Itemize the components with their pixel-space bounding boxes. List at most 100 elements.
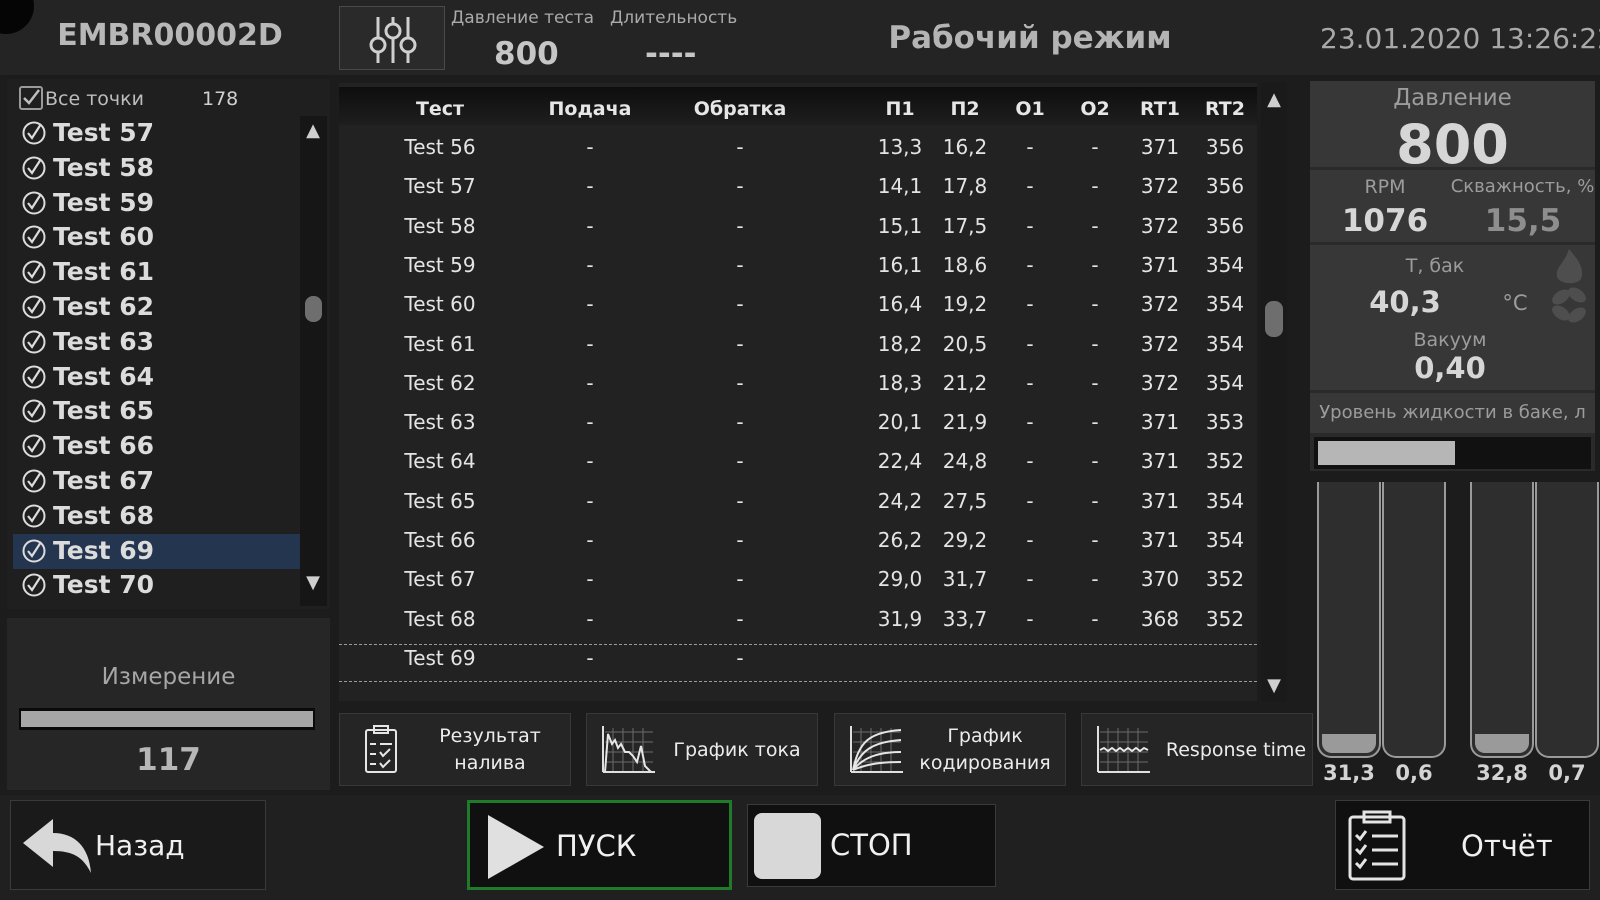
check-circle-icon[interactable] bbox=[22, 399, 46, 423]
test-list-item[interactable]: Test 62 bbox=[13, 290, 301, 325]
scroll-down-icon[interactable]: ▼ bbox=[1261, 675, 1287, 696]
test-list-item[interactable]: Test 59 bbox=[13, 186, 301, 221]
check-circle-icon[interactable] bbox=[22, 539, 46, 563]
stop-button[interactable]: СТОП bbox=[747, 804, 996, 887]
flame-fan-icon bbox=[1552, 249, 1586, 323]
table-cell: - bbox=[586, 174, 594, 199]
test-list-item[interactable]: Test 60 bbox=[13, 220, 301, 255]
table-cell: 354 bbox=[1205, 331, 1245, 356]
table-row[interactable]: Test 61 - - 18,2 20,5 - - 372 354 bbox=[339, 324, 1257, 364]
test-list-item-label: Test 63 bbox=[53, 326, 155, 356]
table-cell: 356 bbox=[1205, 213, 1245, 238]
table-cell: - bbox=[736, 252, 744, 277]
table-cell: - bbox=[586, 606, 594, 631]
table-row[interactable]: Test 68 - - 31,9 33,7 - - 368 352 bbox=[339, 599, 1257, 639]
test-list-item[interactable]: Test 67 bbox=[13, 464, 301, 499]
table-cell: 29,2 bbox=[942, 528, 988, 552]
table-cell: 354 bbox=[1205, 488, 1245, 513]
test-list-item-label: Test 64 bbox=[53, 361, 155, 391]
test-list-item-label: Test 66 bbox=[53, 431, 155, 461]
table-row[interactable]: Test 67 - - 29,0 31,7 - - 370 352 bbox=[339, 559, 1257, 599]
test-list-item[interactable]: Test 65 bbox=[13, 394, 301, 429]
test-list-item[interactable]: Test 64 bbox=[13, 360, 301, 395]
table-cell: - bbox=[736, 370, 744, 395]
test-list-item[interactable]: Test 69 bbox=[13, 533, 301, 569]
test-list-item[interactable]: Test 61 bbox=[13, 255, 301, 290]
check-circle-icon[interactable] bbox=[22, 469, 46, 493]
table-cell: - bbox=[736, 606, 744, 631]
response-time-button[interactable]: Response time bbox=[1081, 713, 1313, 786]
measurement-progress-fill bbox=[21, 711, 313, 727]
test-list-item[interactable]: Test 66 bbox=[13, 429, 301, 464]
table-header: Тест Подача Обратка П1 П2 О1 О2 RT1 RT2 bbox=[339, 87, 1257, 125]
fill-result-button[interactable]: Результат налива bbox=[339, 713, 571, 786]
table-row[interactable]: Test 59 - - 16,1 18,6 - - 371 354 bbox=[339, 245, 1257, 285]
check-circle-icon[interactable] bbox=[22, 365, 46, 389]
tank-temp-label: Т, бак bbox=[1405, 255, 1465, 277]
check-circle-icon[interactable] bbox=[22, 434, 46, 458]
coding-graph-button[interactable]: График кодирования bbox=[834, 713, 1066, 786]
check-circle-icon[interactable] bbox=[22, 225, 46, 249]
table-row[interactable]: Test 56 - - 13,3 16,2 - - 371 356 bbox=[339, 127, 1257, 167]
table-row[interactable]: Test 65 - - 24,2 27,5 - - 371 354 bbox=[339, 481, 1257, 521]
table-scrollbar[interactable]: ▲ ▼ bbox=[1261, 83, 1287, 701]
pressure-label: Давление bbox=[1393, 85, 1512, 111]
table-cell: 370 bbox=[1140, 567, 1180, 592]
check-circle-icon[interactable] bbox=[22, 156, 46, 180]
column-header: П2 bbox=[950, 98, 980, 120]
table-cell: - bbox=[586, 488, 594, 513]
scroll-thumb[interactable] bbox=[305, 296, 322, 322]
table-cell: - bbox=[1091, 528, 1099, 552]
test-list-item[interactable]: Test 57 bbox=[13, 116, 301, 151]
table-row[interactable]: Test 60 - - 16,4 19,2 - - 372 354 bbox=[339, 284, 1257, 324]
table-row[interactable]: Test 66 - - 26,2 29,2 - - 371 354 bbox=[339, 520, 1257, 560]
scroll-up-icon[interactable]: ▲ bbox=[300, 120, 326, 141]
scroll-thumb[interactable] bbox=[1265, 301, 1283, 337]
test-list-scrollbar[interactable]: ▲ ▼ bbox=[300, 116, 327, 606]
table-cell: Test 67 bbox=[404, 567, 476, 592]
rpm-box: RPM Скважность, % 1076 15,5 bbox=[1310, 170, 1595, 242]
column-header: Обратка bbox=[693, 98, 787, 120]
column-header: О2 bbox=[1080, 98, 1110, 120]
table-cell: 352 bbox=[1205, 606, 1245, 631]
table-row[interactable]: Test 62 - - 18,3 21,2 - - 372 354 bbox=[339, 363, 1257, 403]
table-cell: Test 64 bbox=[404, 449, 476, 474]
test-list-item[interactable]: Test 63 bbox=[13, 325, 301, 360]
table-cell: - bbox=[1026, 370, 1034, 395]
table-row[interactable]: Test 63 - - 20,1 21,9 - - 371 353 bbox=[339, 402, 1257, 442]
table-cell: - bbox=[736, 449, 744, 474]
table-row[interactable]: Test 64 - - 22,4 24,8 - - 371 352 bbox=[339, 441, 1257, 481]
check-circle-icon[interactable] bbox=[22, 191, 46, 215]
tank-temp-unit: °C bbox=[1502, 291, 1528, 315]
scroll-up-icon[interactable]: ▲ bbox=[1261, 89, 1287, 110]
table-cell: - bbox=[586, 252, 594, 277]
current-graph-button[interactable]: График тока bbox=[586, 713, 818, 786]
back-button[interactable]: Назад bbox=[10, 800, 266, 890]
test-list-item[interactable]: Test 70 bbox=[13, 568, 301, 603]
check-circle-icon[interactable] bbox=[22, 330, 46, 354]
checkbox-icon[interactable] bbox=[19, 86, 43, 110]
report-button[interactable]: Отчёт bbox=[1335, 800, 1590, 890]
test-list-item[interactable]: Test 68 bbox=[13, 499, 301, 534]
duty-label: Скважность, % bbox=[1450, 176, 1595, 197]
bottom-bar: Назад ПУСК СТОП Отчёт bbox=[0, 795, 1600, 900]
table-row[interactable]: Test 58 - - 15,1 17,5 - - 372 356 bbox=[339, 206, 1257, 246]
measurement-label: Измерение bbox=[101, 664, 236, 690]
check-circle-icon[interactable] bbox=[22, 260, 46, 284]
check-circle-icon[interactable] bbox=[22, 121, 46, 145]
table-cell: 371 bbox=[1140, 488, 1180, 513]
check-circle-icon[interactable] bbox=[22, 295, 46, 319]
settings-button[interactable] bbox=[339, 6, 445, 70]
table-cell: - bbox=[1026, 135, 1034, 159]
table-cell: 24,8 bbox=[942, 449, 988, 474]
scroll-down-icon[interactable]: ▼ bbox=[300, 572, 326, 593]
check-circle-icon[interactable] bbox=[22, 504, 46, 528]
table-cell: - bbox=[736, 213, 744, 238]
duration-label: Длительность bbox=[610, 8, 738, 28]
table-row[interactable]: Test 57 - - 14,1 17,8 - - 372 356 bbox=[339, 166, 1257, 206]
test-list-item[interactable]: Test 58 bbox=[13, 151, 301, 186]
all-points-toggle[interactable]: Все точки 178 bbox=[17, 82, 317, 112]
start-button[interactable]: ПУСК bbox=[467, 800, 732, 890]
check-circle-icon[interactable] bbox=[22, 573, 46, 597]
coding-graph-label: График кодирования bbox=[919, 725, 1051, 774]
